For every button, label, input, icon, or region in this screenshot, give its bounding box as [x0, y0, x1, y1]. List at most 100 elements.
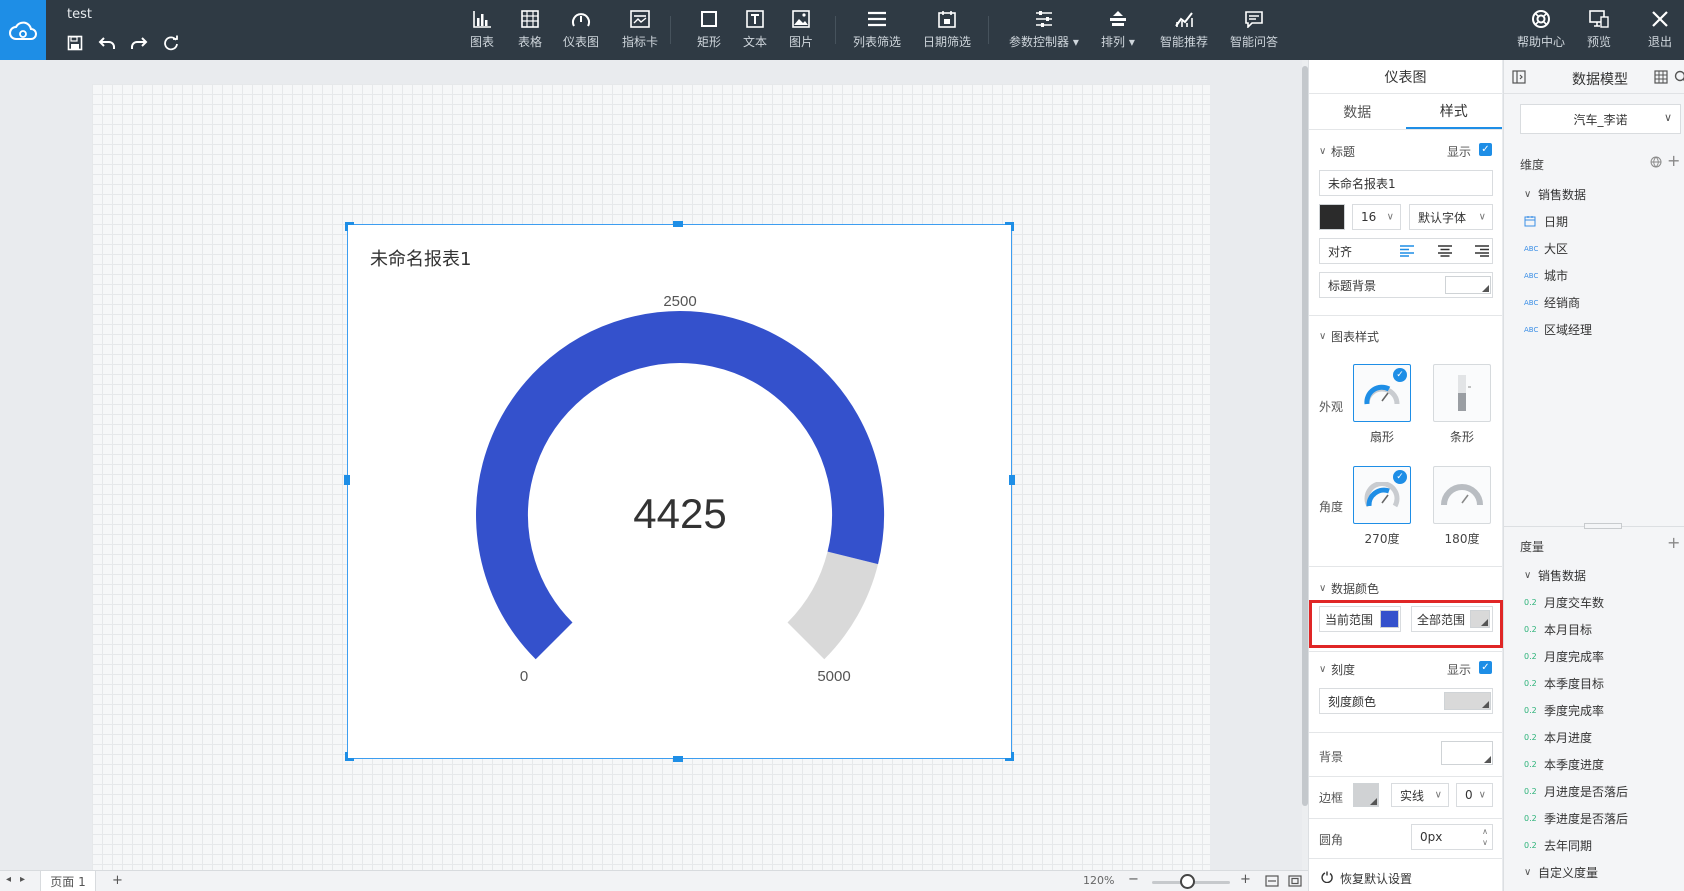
title-text-input[interactable]: 未命名报表1: [1319, 170, 1493, 196]
dimension-field[interactable]: ABC 经销商: [1524, 294, 1580, 311]
border-color-swatch[interactable]: [1353, 783, 1379, 807]
save-icon[interactable]: [64, 32, 86, 54]
custom-measure-header[interactable]: ∨ 自定义度量: [1524, 864, 1598, 881]
measure-field[interactable]: 0.2 本月进度: [1524, 729, 1592, 746]
toolbar-image-button[interactable]: 图片: [789, 6, 813, 56]
resize-handle-bottom[interactable]: [673, 756, 683, 762]
cloud-logo-icon[interactable]: [0, 0, 46, 62]
preview-button[interactable]: 预览: [1587, 6, 1611, 56]
page-tab[interactable]: 页面 1: [40, 871, 96, 891]
angle-option-270[interactable]: ✓: [1353, 466, 1411, 524]
table-view-icon[interactable]: [1654, 70, 1668, 87]
fit-page-icon[interactable]: [1288, 875, 1302, 890]
page-prev-icon[interactable]: ◂: [6, 874, 11, 885]
resize-handle-bottom-left[interactable]: [345, 752, 354, 761]
align-center-icon[interactable]: [1438, 245, 1452, 260]
splitter-handle[interactable]: [1584, 523, 1622, 529]
measure-field[interactable]: 0.2 月度交车数: [1524, 594, 1604, 611]
border-style-select[interactable]: 实线 ∨: [1391, 783, 1449, 807]
title-show-checkbox[interactable]: ✓: [1479, 143, 1492, 156]
dataset-select[interactable]: 汽车_李诺 ∨: [1520, 104, 1681, 134]
page-next-icon[interactable]: ▸: [20, 874, 25, 885]
zoom-slider-knob[interactable]: [1180, 874, 1196, 889]
search-icon[interactable]: [1674, 70, 1684, 87]
refresh-icon[interactable]: [160, 32, 182, 54]
dimension-field[interactable]: ABC 区域经理: [1524, 321, 1592, 338]
align-left-icon[interactable]: [1400, 245, 1414, 260]
restore-default-button[interactable]: 恢复默认设置: [1321, 870, 1412, 887]
toolbar-arrange-button[interactable]: 排列 ▾: [1101, 6, 1135, 56]
dimension-field[interactable]: ABC 城市: [1524, 267, 1568, 284]
highlight-box: [1309, 600, 1503, 648]
toolbar-smart-qa-button[interactable]: 智能问答: [1230, 6, 1278, 56]
scale-color-swatch[interactable]: [1444, 692, 1491, 710]
resize-handle-top-right[interactable]: [1005, 222, 1014, 231]
resize-handle-right[interactable]: [1009, 475, 1015, 485]
background-color-swatch[interactable]: [1441, 741, 1493, 765]
title-color-swatch[interactable]: [1319, 204, 1345, 230]
resize-handle-top-left[interactable]: [345, 222, 354, 231]
toolbar-smart-recommend-button[interactable]: 智能推荐: [1160, 6, 1208, 56]
title-background-row: 标题背景: [1319, 272, 1493, 298]
style-option-fan[interactable]: ✓: [1353, 364, 1411, 422]
number-type-icon: 0.2: [1524, 679, 1537, 688]
measure-field[interactable]: 0.2 本季度目标: [1524, 675, 1604, 692]
toolbar-text-button[interactable]: 文本: [743, 6, 767, 56]
resize-handle-bottom-right[interactable]: [1005, 752, 1014, 761]
scale-color-row: 刻度颜色: [1319, 688, 1493, 714]
toolbar-table-button[interactable]: 表格: [518, 6, 542, 56]
toolbar-gauge-button[interactable]: 仪表图: [563, 6, 599, 56]
resize-handle-left[interactable]: [344, 475, 350, 485]
dimension-field[interactable]: ABC 大区: [1524, 240, 1568, 257]
measure-field[interactable]: 0.2 月度完成率: [1524, 648, 1604, 665]
add-dimension-icon[interactable]: +: [1667, 151, 1680, 170]
scale-show-checkbox[interactable]: ✓: [1479, 661, 1492, 674]
gauge-remaining-arc: [787, 550, 879, 660]
stepper-icon[interactable]: ∧ ∨: [1482, 826, 1488, 848]
title-font-size-select[interactable]: 16 ∨: [1352, 204, 1401, 230]
style-option-bar[interactable]: [1433, 364, 1491, 422]
toolbar-list-filter-button[interactable]: 列表筛选: [853, 6, 901, 56]
toolbar-kpi-card-button[interactable]: 指标卡: [622, 6, 658, 56]
collapse-panel-icon[interactable]: [1512, 70, 1526, 87]
scale-section-header[interactable]: ∨ 刻度: [1319, 661, 1355, 678]
tab-data[interactable]: 数据: [1309, 94, 1406, 129]
zoom-out-button[interactable]: −: [1128, 872, 1139, 887]
radius-input[interactable]: 0px ∧ ∨: [1411, 824, 1493, 850]
measure-field[interactable]: 0.2 月进度是否落后: [1524, 783, 1628, 800]
measure-field[interactable]: 0.2 季度完成率: [1524, 702, 1604, 719]
angle-option-180[interactable]: [1433, 466, 1491, 524]
measure-field[interactable]: 0.2 季进度是否落后: [1524, 810, 1628, 827]
exit-button[interactable]: 退出: [1648, 6, 1672, 56]
add-page-button[interactable]: +: [112, 873, 123, 888]
data-color-section-header[interactable]: ∨ 数据颜色: [1319, 580, 1379, 597]
data-model-panel: 数据模型 汽车_李诺 ∨ 维度 + ∨ 销售数据 日期 ABC 大区 ABC 城市 AB…: [1503, 60, 1684, 891]
title-section-header[interactable]: ∨ 标题: [1319, 143, 1355, 160]
tab-style[interactable]: 样式: [1405, 94, 1502, 129]
align-right-icon[interactable]: [1475, 245, 1489, 260]
border-width-select[interactable]: 0 ∨: [1456, 783, 1493, 807]
toolbar-chart-button[interactable]: 图表: [470, 6, 494, 56]
fit-width-icon[interactable]: [1265, 875, 1279, 890]
resize-handle-top[interactable]: [673, 221, 683, 227]
title-font-family-select[interactable]: 默认字体 ∨: [1409, 204, 1493, 230]
title-background-swatch[interactable]: [1445, 276, 1491, 294]
globe-icon[interactable]: [1650, 156, 1662, 171]
toolbar-param-controller-button[interactable]: 参数控制器 ▾: [1009, 6, 1079, 56]
measure-group-header[interactable]: ∨ 销售数据: [1524, 567, 1586, 584]
toolbar-date-filter-button[interactable]: 日期筛选: [923, 6, 971, 56]
dimension-group-header[interactable]: ∨ 销售数据: [1524, 186, 1586, 203]
chart-style-section-header[interactable]: ∨ 图表样式: [1319, 328, 1379, 345]
toolbar-rectangle-button[interactable]: 矩形: [697, 6, 721, 56]
gauge-widget[interactable]: 未命名报表1 4425 2500 0 5000: [344, 221, 1015, 762]
zoom-in-button[interactable]: +: [1240, 872, 1251, 887]
measure-field[interactable]: 0.2 本月目标: [1524, 621, 1592, 638]
measure-field[interactable]: 0.2 本季度进度: [1524, 756, 1604, 773]
measure-field[interactable]: 0.2 去年同期: [1524, 837, 1592, 854]
undo-icon[interactable]: [96, 32, 118, 54]
document-title[interactable]: test: [67, 7, 92, 22]
dimension-field[interactable]: 日期: [1524, 213, 1568, 230]
redo-icon[interactable]: [128, 32, 150, 54]
add-measure-icon[interactable]: +: [1667, 533, 1680, 552]
help-center-button[interactable]: 帮助中心: [1517, 6, 1565, 56]
